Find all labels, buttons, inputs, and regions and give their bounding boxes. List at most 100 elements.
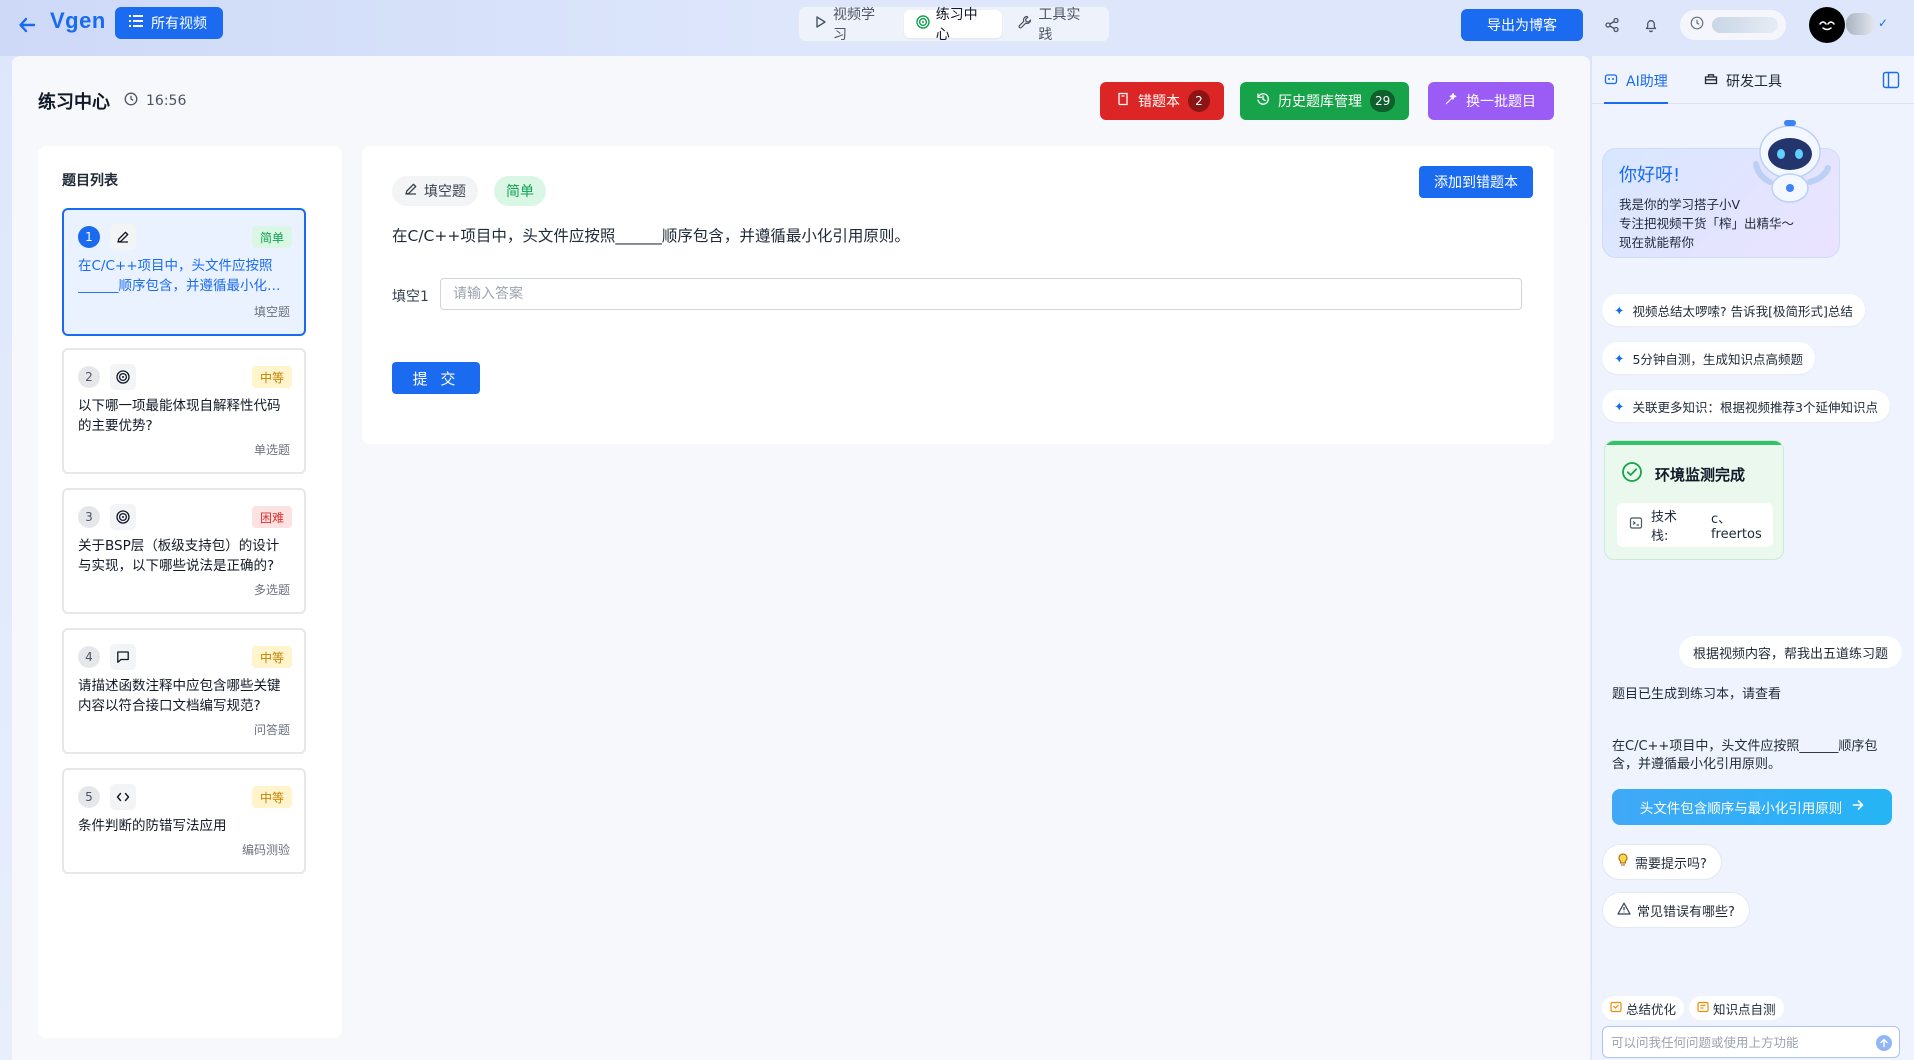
history-label: 历史题库管理 (1278, 94, 1362, 110)
question-type: 多选题 (253, 583, 290, 597)
share-icon[interactable] (1600, 13, 1624, 37)
chip-label: 视频总结太啰嗦? 告诉我[极简形式]总结 (1632, 303, 1853, 319)
sparkle-icon: ✦ (1614, 350, 1625, 366)
tool-label: 知识点自测 (1713, 1001, 1776, 1017)
hint-chip-need-hint[interactable]: 需要提示吗? (1602, 844, 1722, 880)
practice-main-panel: 练习中心 16:56 错题本 2 历史题库管理 29 换一批题目 题目列表 1 … (12, 56, 1590, 1060)
question-card[interactable]: 1 简单 在C/C++项目中，头文件应按照______顺序包含，并遵循最小化引用… (62, 208, 306, 336)
history-icon (1256, 92, 1270, 110)
main-nav-tabs: 视频学习 练习中心 工具实践 (798, 6, 1110, 43)
back-arrow-icon[interactable] (14, 12, 40, 38)
wrong-count-badge: 2 (1188, 90, 1210, 112)
hint-label: 常见错误有哪些? (1637, 904, 1735, 920)
terminal-icon (1629, 516, 1643, 534)
chip-label: 5分钟自测，生成知识点高频题 (1632, 351, 1803, 367)
verified-check-icon: ✓ (1878, 16, 1889, 30)
export-blog-button[interactable]: 导出为博客 (1461, 9, 1583, 41)
add-to-wrong-book-button[interactable]: 添加到错题本 (1419, 166, 1533, 198)
suggestion-chip-summary[interactable]: ✦ 视频总结太啰嗦? 告诉我[极简形式]总结 (1602, 294, 1865, 326)
summary-icon (1610, 1001, 1622, 1016)
question-number: 3 (78, 506, 100, 528)
question-card[interactable]: 5 中等 条件判断的防错写法应用 编码测验 (62, 768, 306, 874)
question-number: 2 (78, 366, 100, 388)
question-type-tag-label: 填空题 (424, 184, 466, 200)
sparkle-icon (1444, 92, 1458, 110)
wrong-book-button[interactable]: 错题本 2 (1100, 82, 1224, 120)
bell-icon[interactable] (1639, 13, 1663, 37)
greeting-line: 我是你的学习搭子小V (1619, 197, 1741, 212)
knowledge-link-button[interactable]: 头文件包含顺序与最小化引用原则 (1612, 789, 1892, 825)
history-bank-button[interactable]: 历史题库管理 29 (1240, 82, 1410, 120)
blurred-username (1846, 13, 1874, 35)
book-icon (1116, 92, 1130, 110)
blank-label: 填空1 (392, 289, 429, 305)
tech-stack-value: c、freertos (1710, 512, 1762, 542)
question-text: 条件判断的防错写法应用 (78, 818, 227, 834)
question-number: 4 (78, 646, 100, 668)
question-text: 在C/C++项目中，头文件应按照______顺序包含，并遵循最小化引用原则。 (78, 258, 281, 294)
question-card[interactable]: 4 中等 请描述函数注释中应包含哪些关键内容以符合接口文档编写规范? 问答题 (62, 628, 306, 754)
question-card[interactable]: 3 困难 关于BSP层（板级支持包）的设计与实现，以下哪些说法是正确的? 多选题 (62, 488, 306, 614)
avatar[interactable] (1809, 7, 1845, 43)
question-list-title: 题目列表 (62, 173, 118, 189)
list-icon (129, 15, 143, 31)
target-icon (110, 504, 136, 530)
summary-optimize-button[interactable]: 总结优化 (1602, 996, 1685, 1020)
usage-time-pill[interactable] (1680, 10, 1786, 40)
knowledge-test-button[interactable]: 知识点自测 (1689, 996, 1784, 1020)
tab-practice-center[interactable]: 练习中心 (903, 7, 1003, 43)
env-title-label: 环境监测完成 (1655, 465, 1746, 484)
tab-video-learning[interactable]: 视频学习 (803, 7, 900, 43)
tab-label: 工具实践 (1038, 7, 1081, 43)
wrench-icon (1018, 15, 1032, 33)
hint-chip-common-errors[interactable]: 常见错误有哪些? (1602, 892, 1750, 928)
env-title: 环境监测完成 (1621, 461, 1745, 487)
difficulty-tag: 简单 (494, 176, 546, 206)
tech-stack-label: 技术栈: (1651, 510, 1678, 544)
all-videos-button[interactable]: 所有视频 (115, 7, 223, 39)
chat-icon (110, 644, 136, 670)
question-text: 请描述函数注释中应包含哪些关键内容以符合接口文档编写规范? (78, 678, 281, 714)
tech-stack-row: 技术栈: c、freertos (1617, 503, 1773, 547)
environment-check-card: 环境监测完成 技术栈: c、freertos (1604, 440, 1784, 560)
target-icon (110, 364, 136, 390)
link-label: 头文件包含顺序与最小化引用原则 (1639, 801, 1843, 817)
pencil-icon (404, 182, 418, 200)
tab-dev-tools[interactable]: 研发工具 (1704, 66, 1782, 96)
tab-label: AI助理 (1626, 74, 1668, 90)
answer-input[interactable] (440, 278, 1522, 310)
bot-reply-question: 在C/C++项目中，头文件应按照______顺序包含，并遵循最小化引用原则。 (1612, 739, 1878, 772)
question-text: 以下哪一项最能体现自解释性代码的主要优势? (78, 398, 281, 434)
suggestion-chip-self-test[interactable]: ✦ 5分钟自测，生成知识点高频题 (1602, 342, 1815, 374)
question-detail: 填空题 简单 添加到错题本 在C/C++项目中，头文件应按照______顺序包含… (362, 146, 1554, 444)
app-logo[interactable]: Vgen (50, 8, 106, 34)
greeting-line: 专注把视频干货「榨」出精华～ (1619, 216, 1795, 231)
question-type: 填空题 (253, 305, 290, 319)
tab-tool-practice[interactable]: 工具实践 (1006, 7, 1105, 43)
refresh-label: 换一批题目 (1466, 94, 1536, 110)
refresh-questions-button[interactable]: 换一批题目 (1428, 82, 1554, 120)
question-number: 5 (78, 786, 100, 808)
page-title: 练习中心 (38, 92, 110, 113)
toolbox-icon (1704, 72, 1718, 90)
play-icon (815, 16, 827, 32)
send-icon[interactable] (1876, 1035, 1892, 1051)
greeting-title: 你好呀! (1619, 165, 1681, 186)
question-type: 单选题 (253, 443, 290, 457)
hint-label: 需要提示吗? (1635, 856, 1707, 872)
assistant-tabs: AI助理 研发工具 (1592, 56, 1914, 104)
ask-input[interactable] (1602, 1026, 1900, 1058)
question-text: 在C/C++项目中，头文件应按照______顺序包含，并遵循最小化引用原则。 (392, 227, 910, 245)
clock-icon (124, 92, 138, 110)
question-type: 问答题 (253, 723, 290, 737)
user-message: 根据视频内容，帮我出五道练习题 (1678, 636, 1902, 668)
submit-button[interactable]: 提 交 (392, 362, 480, 394)
difficulty-badge: 中等 (251, 646, 292, 668)
tab-ai-assistant[interactable]: AI助理 (1604, 66, 1668, 104)
suggestion-chip-related[interactable]: ✦ 关联更多知识：根据视频推荐3个延伸知识点 (1602, 390, 1890, 422)
question-type-tag: 填空题 (392, 176, 478, 206)
bot-reply: 题目已生成到练习本，请查看 (1612, 687, 1782, 702)
panel-collapse-icon[interactable] (1881, 70, 1901, 90)
question-card[interactable]: 2 中等 以下哪一项最能体现自解释性代码的主要优势? 单选题 (62, 348, 306, 474)
top-bar: Vgen 所有视频 视频学习 练习中心 工具实践 导出为博客 ✓ (0, 0, 1914, 56)
